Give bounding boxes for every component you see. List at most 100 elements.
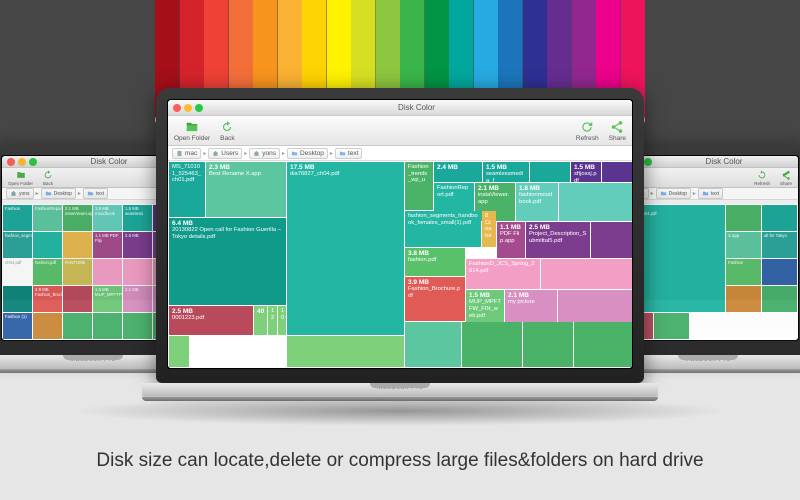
treemap-cell[interactable]: [63, 286, 92, 312]
treemap-cell[interactable]: [523, 322, 573, 367]
treemap-cell[interactable]: 17.5 MBdia76827_ch04.pdf: [287, 162, 404, 335]
treemap-cell[interactable]: [654, 313, 689, 339]
treemap-cell[interactable]: 2.1 MB: [123, 286, 152, 312]
treemap-cell[interactable]: 40: [254, 306, 267, 335]
treemap-cell[interactable]: 10: [278, 306, 286, 335]
breadcrumb-item[interactable]: Desktop: [41, 188, 76, 199]
breadcrumb-item[interactable]: yons: [249, 148, 280, 159]
treemap-cell[interactable]: 3.9 MB Fashion_Brochure.pdf: [33, 286, 62, 312]
treemap-cell[interactable]: [63, 232, 92, 258]
treemap-cell[interactable]: 1.1 MBPDF Flip.app: [497, 222, 525, 258]
treemap-cell[interactable]: [33, 232, 62, 258]
treemap-cell[interactable]: [602, 162, 632, 182]
treemap-cell[interactable]: Fashion: [726, 259, 761, 285]
treemap-cell[interactable]: MS_710101_525463_ch01.pdf: [169, 162, 205, 217]
share-button[interactable]: Share: [780, 170, 792, 186]
treemap-cell[interactable]: [123, 259, 152, 285]
treemap-cell[interactable]: [33, 313, 62, 339]
breadcrumb-item[interactable]: Desktop: [287, 148, 328, 159]
treemap-cell[interactable]: [559, 183, 632, 221]
treemap-cell[interactable]: 2.1 MB instaViewer.app: [63, 205, 92, 231]
treemap-cell[interactable]: [762, 259, 797, 285]
breadcrumb-item[interactable]: Desktop: [656, 188, 691, 199]
treemap-cell[interactable]: X.app: [726, 232, 761, 258]
breadcrumb-item[interactable]: Users: [208, 148, 242, 159]
treemap-cell[interactable]: FashionReport.pdf: [33, 205, 62, 231]
breadcrumb-item[interactable]: text: [83, 188, 108, 199]
treemap-cell[interactable]: 2.4 MB: [434, 162, 482, 182]
treemap-cell[interactable]: PANTONE: [63, 259, 92, 285]
treemap-cell[interactable]: 2.5 MBProject_Description_Submittal5.pdf: [526, 222, 590, 258]
treemap-cell[interactable]: [541, 259, 632, 289]
treemap-cell[interactable]: [63, 313, 92, 339]
treemap-cell[interactable]: all for Tokyo: [762, 232, 797, 258]
window-title: Disk Color: [206, 103, 627, 112]
treemap-cell[interactable]: FashionD_JCS_Spring_2014.pdf: [466, 259, 540, 289]
treemap-cell[interactable]: 8 Creator: [482, 211, 496, 247]
treemap-cell[interactable]: fashion.pdf: [33, 259, 62, 285]
treemap-cell[interactable]: 2.3 MBBest Rename X.app: [206, 162, 286, 217]
treemap-cell[interactable]: [726, 205, 761, 231]
laptop-center: Disk Color Open Folder Back Refresh Shar…: [156, 88, 644, 401]
minimize-icon[interactable]: [184, 104, 192, 112]
treemap-cell[interactable]: [726, 286, 761, 312]
back-button[interactable]: Back: [220, 120, 234, 142]
treemap-cell[interactable]: Fashion_trends_wp_u: [405, 162, 433, 210]
open-folder-button[interactable]: Open Folder: [8, 170, 33, 186]
breadcrumb-item[interactable]: text: [698, 188, 723, 199]
treemap-cell[interactable]: [93, 259, 122, 285]
breadcrumb-bar: mac▸Users▸yons▸Desktop▸text: [168, 146, 632, 161]
zoom-icon[interactable]: [195, 104, 203, 112]
treemap-cell[interactable]: 3.8 MBfashion.pdf: [405, 248, 465, 276]
share-icon: [610, 120, 624, 134]
treemap-cell[interactable]: Fashion: [3, 205, 32, 231]
treemap-cell[interactable]: fashion_segments_handbook_females_small: [3, 232, 32, 258]
treemap-cell[interactable]: 2.1 MBmy picture: [505, 290, 557, 322]
treemap-cell[interactable]: [574, 322, 632, 367]
breadcrumb-item[interactable]: yons: [6, 188, 34, 199]
back-button[interactable]: Back: [43, 170, 53, 186]
laptop-foot: [142, 397, 658, 401]
treemap-cell[interactable]: [762, 205, 797, 231]
treemap-cell[interactable]: 1.1 MB PDF Flip: [93, 232, 122, 258]
treemap-cell[interactable]: [3, 286, 32, 312]
treemap-cell[interactable]: 2.5 MB0001223.pdf: [169, 306, 253, 335]
back-arrow-icon: [220, 120, 234, 134]
treemap-cell[interactable]: [558, 290, 632, 322]
treemap-cell[interactable]: [591, 222, 632, 258]
treemap-cell[interactable]: 1.5 MB MUP_MPFTFW_FIN_web.p: [93, 286, 122, 312]
treemap-cell[interactable]: 1.8 MB moodbook: [93, 205, 122, 231]
treemap-cell[interactable]: [762, 286, 797, 312]
treemap-cell[interactable]: [530, 162, 570, 182]
treemap-cell[interactable]: [190, 336, 286, 367]
treemap-cell[interactable]: [462, 322, 522, 367]
treemap-cell[interactable]: fashion_segments_handbook_females_small(…: [405, 211, 481, 247]
treemap-cell[interactable]: [93, 313, 122, 339]
treemap-cell[interactable]: [287, 336, 404, 367]
treemap-cell[interactable]: 3.9 MBFashion_Brochure.pdf: [405, 277, 465, 321]
treemap-cell[interactable]: 6.4 MB20130822 Open call for Fashion Gue…: [169, 218, 286, 305]
treemap-cell[interactable]: 1.5 MB seamless: [123, 205, 152, 231]
treemap-cell[interactable]: 1.5 MBsftjosxj.pdf: [571, 162, 601, 182]
refresh-button[interactable]: Refresh: [754, 170, 770, 186]
share-label: Share: [609, 135, 626, 142]
treemap-cell[interactable]: 12: [268, 306, 277, 335]
close-icon[interactable]: [173, 104, 181, 112]
breadcrumb-item[interactable]: mac: [172, 148, 201, 159]
treemap-cell[interactable]: 2.5 MB: [123, 232, 152, 258]
treemap-cell[interactable]: Fashion (1): [3, 313, 32, 339]
refresh-button[interactable]: Refresh: [576, 120, 599, 142]
treemap-cell[interactable]: [123, 313, 152, 339]
breadcrumb-item[interactable]: text: [335, 148, 362, 159]
share-button[interactable]: Share: [609, 120, 626, 142]
treemap-main[interactable]: MS_710101_525463_ch01.pdf2.3 MBBest Rena…: [168, 161, 632, 368]
open-folder-button[interactable]: Open Folder: [174, 120, 210, 142]
treemap-cell[interactable]: [169, 336, 189, 367]
laptop-brand: MacBook Pro: [684, 356, 730, 363]
treemap-cell[interactable]: 1.8 MBfashionmoodbook.pdf: [516, 183, 558, 221]
treemap-cell[interactable]: ch04.pdf: [3, 259, 32, 285]
treemap-cell[interactable]: [405, 322, 461, 367]
treemap-cell[interactable]: 1.5 MBseamlessmedia_f: [483, 162, 529, 182]
treemap-cell[interactable]: 1.5 MBMUP_MPFTFW_FIN_web.pdf: [466, 290, 504, 322]
window-titlebar[interactable]: Disk Color: [168, 100, 632, 116]
